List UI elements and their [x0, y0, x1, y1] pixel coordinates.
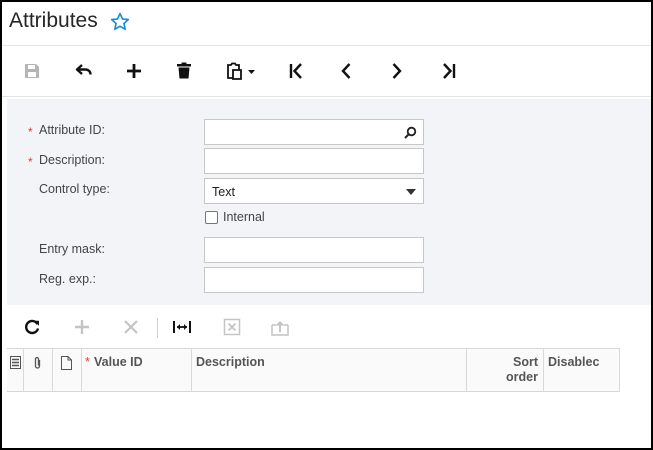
required-marker: *	[85, 355, 90, 369]
grid-toolbar	[7, 307, 651, 347]
description-field[interactable]	[204, 148, 424, 174]
delete-button[interactable]	[171, 58, 197, 84]
description-label: Description:	[39, 153, 105, 167]
required-marker: *	[28, 125, 33, 139]
upload-icon	[271, 321, 289, 336]
grid-body	[7, 393, 651, 448]
disabled-column-header[interactable]: Disablec	[544, 349, 620, 391]
next-record-icon	[392, 63, 402, 79]
sort-order-column-header[interactable]: Sort order	[467, 349, 544, 391]
notes-column[interactable]	[53, 349, 82, 391]
search-icon[interactable]	[404, 126, 417, 139]
grid-header: * Value ID Description Sort order Disabl…	[7, 348, 620, 392]
fit-columns-button[interactable]	[169, 314, 195, 340]
add-icon	[127, 64, 141, 78]
attribute-id-label: Attribute ID:	[39, 123, 105, 137]
description-column-label: Description	[196, 355, 265, 369]
first-record-button[interactable]	[283, 58, 309, 84]
attribute-id-field[interactable]	[204, 119, 424, 145]
entry-mask-field[interactable]	[204, 237, 424, 263]
title-bar: Attributes	[2, 2, 651, 46]
value-id-column-label: Value ID	[94, 355, 143, 369]
add-row-icon	[75, 320, 89, 334]
previous-record-icon	[341, 63, 351, 79]
next-record-button[interactable]	[384, 58, 410, 84]
refresh-icon	[25, 319, 40, 335]
add-row-button[interactable]	[69, 314, 95, 340]
clipboard-icon	[227, 62, 255, 80]
row-selector-column[interactable]	[7, 349, 24, 391]
export-excel-button[interactable]	[219, 314, 245, 340]
reg-exp-label: Reg. exp.:	[39, 272, 96, 286]
fit-columns-icon	[173, 321, 191, 333]
files-column[interactable]	[24, 349, 53, 391]
disabled-column-label: Disablec	[548, 355, 600, 369]
star-outline-icon[interactable]	[109, 11, 131, 33]
toolbar-divider	[157, 318, 158, 338]
save-icon	[25, 64, 39, 78]
sort-order-column-label: Sort order	[506, 355, 538, 384]
refresh-button[interactable]	[19, 314, 45, 340]
add-button[interactable]	[121, 58, 147, 84]
description-column-header[interactable]: Description	[192, 349, 467, 391]
page-title: Attributes	[9, 9, 98, 32]
paperclip-icon	[34, 356, 41, 369]
control-type-select[interactable]: Text	[204, 178, 424, 204]
previous-record-button[interactable]	[333, 58, 359, 84]
chevron-down-icon	[406, 189, 416, 195]
undo-icon	[75, 64, 92, 75]
clipboard-menu-button[interactable]	[222, 58, 260, 84]
delete-row-icon	[124, 320, 138, 334]
delete-row-button[interactable]	[118, 314, 144, 340]
first-record-icon	[289, 63, 302, 79]
control-type-value: Text	[212, 185, 235, 199]
undo-button[interactable]	[71, 58, 97, 84]
last-record-button[interactable]	[436, 58, 462, 84]
row-list-icon	[10, 356, 21, 369]
control-type-label: Control type:	[39, 182, 110, 196]
internal-checkbox[interactable]	[205, 211, 218, 224]
note-icon	[61, 356, 72, 370]
value-id-column-header[interactable]: * Value ID	[82, 349, 192, 391]
internal-label: Internal	[223, 210, 265, 224]
save-button[interactable]	[19, 58, 45, 84]
main-toolbar	[2, 47, 651, 97]
window-frame: Attributes * Attribute ID: * Description…	[0, 0, 653, 450]
upload-button[interactable]	[267, 314, 293, 340]
delete-icon	[177, 62, 191, 79]
reg-exp-field[interactable]	[204, 267, 424, 293]
entry-mask-label: Entry mask:	[39, 242, 105, 256]
required-marker: *	[28, 155, 33, 169]
last-record-icon	[443, 63, 456, 79]
attribute-form: * Attribute ID: * Description: Control t…	[7, 99, 651, 305]
export-excel-icon	[223, 318, 241, 336]
